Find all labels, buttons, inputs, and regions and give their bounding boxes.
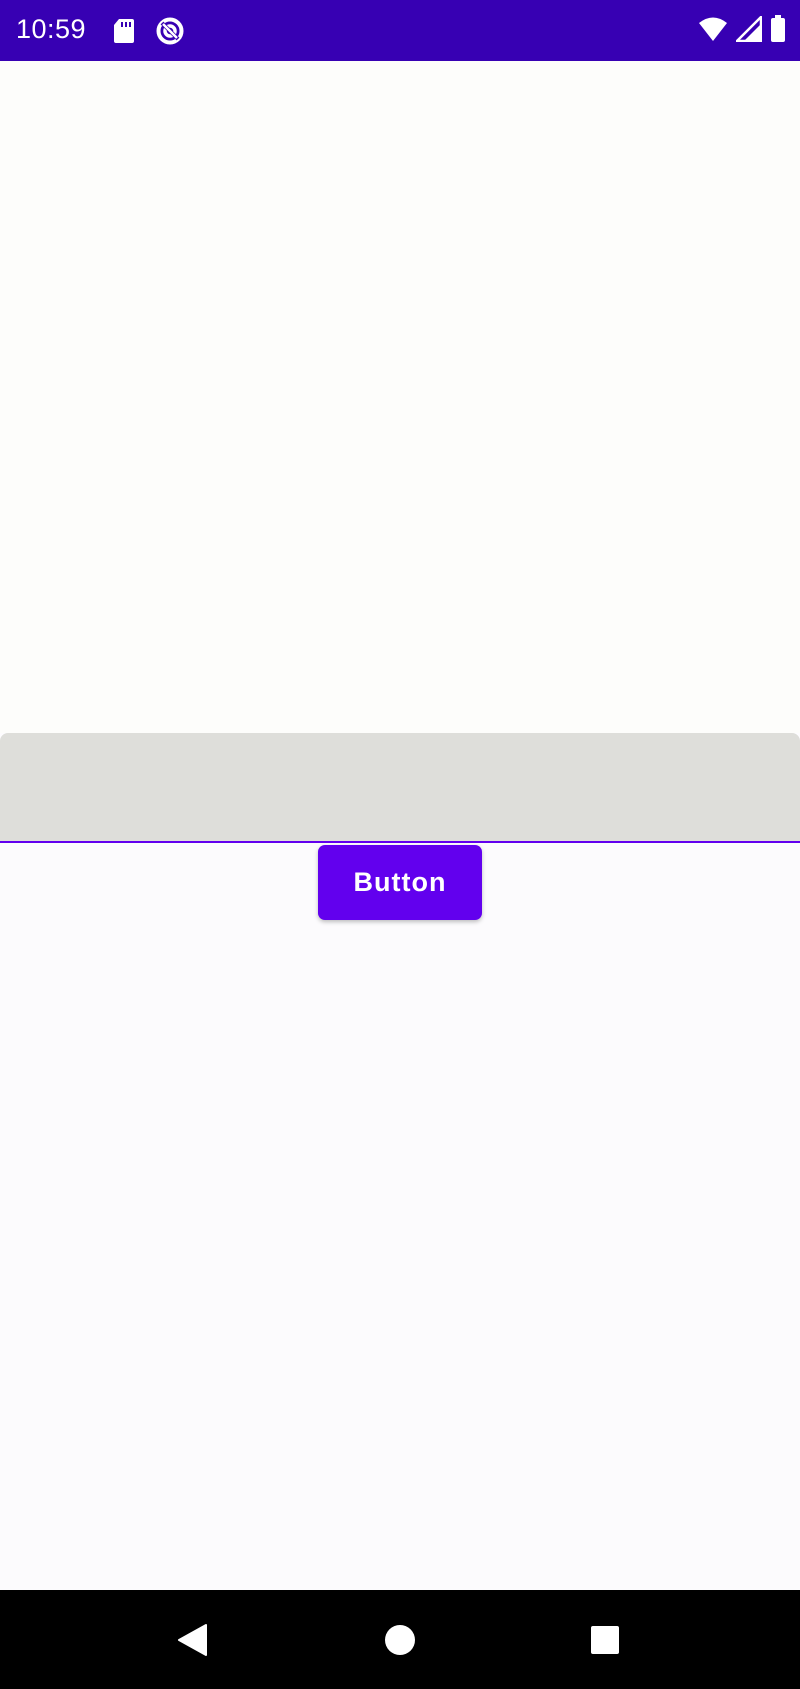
battery-icon bbox=[770, 15, 786, 43]
app-screen: 10:59 Button bbox=[0, 0, 800, 1689]
content-top-area bbox=[0, 61, 800, 733]
data-saver-icon bbox=[155, 16, 185, 46]
back-icon bbox=[176, 1623, 208, 1657]
status-left-icons bbox=[113, 16, 185, 46]
navigation-bar bbox=[0, 1590, 800, 1689]
recents-icon bbox=[590, 1625, 620, 1655]
text-field-input[interactable] bbox=[16, 773, 784, 815]
content-lower-area bbox=[0, 845, 800, 1590]
status-time: 10:59 bbox=[16, 14, 87, 44]
recents-button[interactable] bbox=[583, 1618, 627, 1662]
status-bar: 10:59 bbox=[0, 0, 800, 61]
status-right-icons bbox=[698, 15, 786, 43]
sd-card-icon bbox=[113, 18, 135, 44]
back-button[interactable] bbox=[170, 1618, 214, 1662]
home-button[interactable] bbox=[378, 1618, 422, 1662]
cell-signal-icon bbox=[736, 16, 762, 42]
home-icon bbox=[384, 1624, 416, 1656]
wifi-icon bbox=[698, 16, 728, 42]
main-button[interactable]: Button bbox=[318, 845, 482, 920]
text-field[interactable] bbox=[0, 733, 800, 843]
